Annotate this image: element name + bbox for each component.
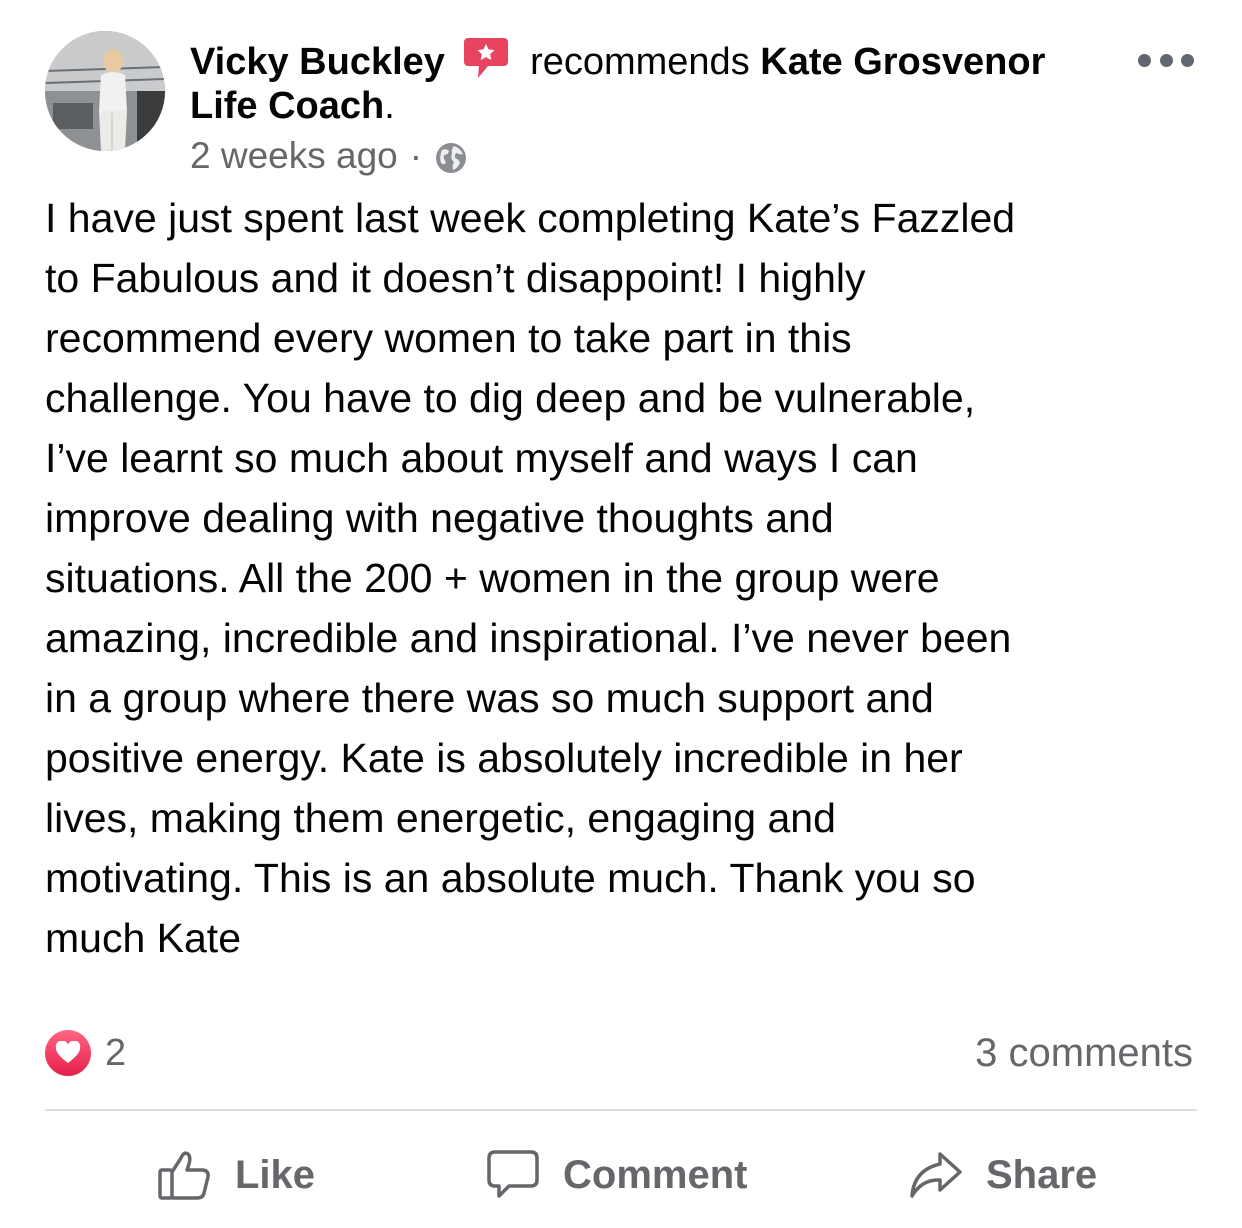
recommend-star-icon [463,38,508,78]
author-avatar[interactable] [45,31,165,151]
meta-separator: · [409,135,423,176]
more-options-icon[interactable] [1138,40,1194,80]
share-label: Share [986,1152,1098,1197]
post-meta: 2 weeks ago · [190,134,468,178]
comment-label: Comment [563,1152,748,1197]
divider [45,1109,1197,1111]
timestamp[interactable]: 2 weeks ago [190,134,398,178]
like-button[interactable]: Like [157,1140,315,1210]
action-text: recommends [530,41,750,83]
reaction-count: 2 [105,1031,127,1074]
share-button[interactable]: Share [908,1140,1097,1210]
dot-icon [1138,53,1151,67]
comment-bubble-icon [487,1150,539,1198]
page-suffix: . [384,85,395,127]
action-bar: Like Comment Share [45,1140,1197,1210]
avatar-photo [45,31,165,151]
dot-icon [1159,53,1173,67]
reaction-summary[interactable]: 2 [45,1030,126,1076]
globe-icon[interactable] [434,141,468,175]
thumbs-up-icon [158,1151,210,1200]
comments-count[interactable]: 3 comments [975,1030,1193,1076]
author-name[interactable]: Vicky Buckley [190,41,445,83]
like-label: Like [235,1152,316,1197]
share-arrow-icon [910,1152,962,1198]
dot-icon [1181,53,1194,67]
comment-button[interactable]: Comment [485,1140,747,1210]
post-body: I have just spent last week completing K… [45,195,1016,961]
heart-icon [45,1030,91,1076]
post-header: Vicky Buckley recommends Kate Grosvenor … [190,36,1110,128]
